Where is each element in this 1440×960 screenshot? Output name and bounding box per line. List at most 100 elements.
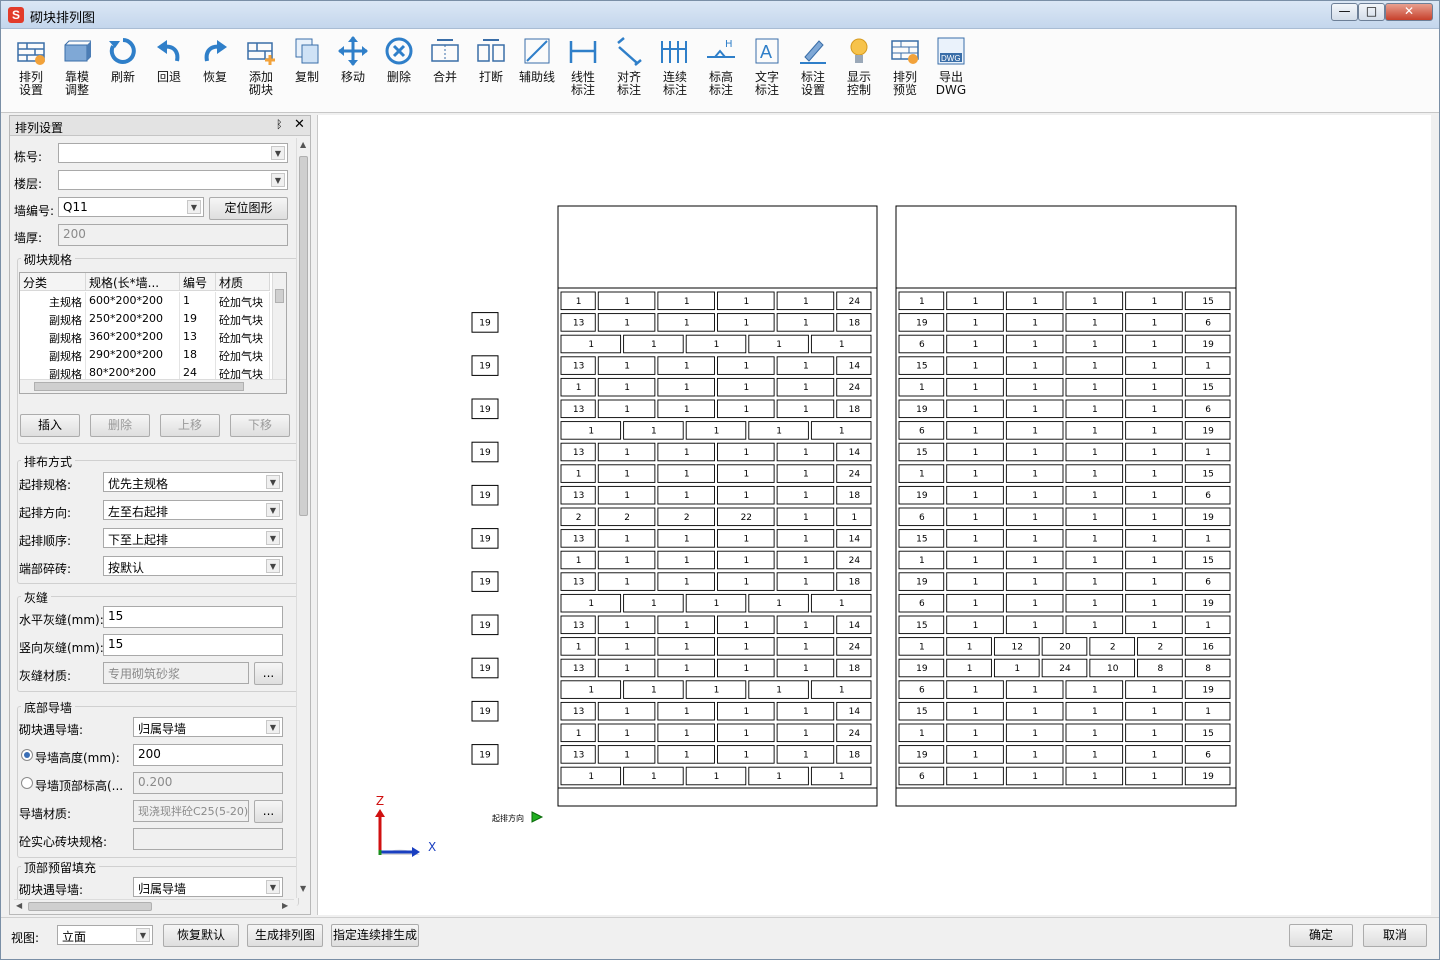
block-label: 19	[916, 578, 928, 588]
toolbar-button-merge[interactable]: 合并	[423, 33, 467, 107]
block-label: 1	[973, 383, 979, 393]
move-down-button[interactable]: 下移	[230, 414, 290, 437]
spec-table-cell[interactable]: 砼加气块	[216, 310, 270, 328]
building-select[interactable]: ▼	[58, 143, 288, 163]
block-label: 1	[803, 534, 809, 544]
spec-table-cell[interactable]: 290*200*200	[86, 346, 180, 364]
spec-table-cell[interactable]: 360*200*200	[86, 328, 180, 346]
spec-table-cell[interactable]: 600*200*200	[86, 292, 180, 310]
start-spec-select[interactable]: 优先主规格 ▼	[103, 472, 283, 492]
spec-vscroll-thumb[interactable]	[275, 289, 284, 303]
start-order-select[interactable]: 下至上起排 ▼	[103, 528, 283, 548]
toolbar-button-text-dim[interactable]: A 文字 标注	[745, 33, 789, 107]
scroll-up-icon[interactable]: ▲	[300, 140, 306, 149]
guide-height-input[interactable]: 200	[133, 744, 283, 766]
block-label: 15	[916, 621, 927, 631]
view-select[interactable]: 立面 ▼	[57, 925, 153, 945]
toolbar: 排列 设置 靠模 调整 刷新 回退 恢复 添加 砌块 复制 移动 删除 合并 打断 辅助线 线性 标注对…	[1, 29, 1439, 113]
block-label: 1	[973, 556, 979, 566]
start-dir-select[interactable]: 左至右起排 ▼	[103, 500, 283, 520]
spec-column-header[interactable]: 材质	[216, 273, 270, 291]
delete-spec-button[interactable]: 删除	[90, 414, 150, 437]
toolbar-button-display-control[interactable]: 显示 控制	[837, 33, 881, 107]
spec-table-hscroll[interactable]	[20, 379, 286, 393]
spec-table-cell[interactable]: 副规格	[20, 328, 86, 346]
chevron-down-icon: ▼	[136, 928, 150, 942]
block-label: 1	[973, 426, 979, 436]
toolbar-button-elevation-dim[interactable]: H 标高 标注	[699, 33, 743, 107]
toolbar-button-dim-settings[interactable]: 标注 设置	[791, 33, 835, 107]
guide-material-browse-button[interactable]: ...	[254, 800, 283, 823]
spec-column-header[interactable]: 分类	[20, 273, 86, 291]
block-elevation-drawing[interactable]: 1 1 1 1 1 2413 1 1 1 1 181 1 1 1 113 1 1 1 1 141 1 1 1 1 2413 1 1 1…	[318, 115, 1432, 915]
toolbar-button-export-dwg[interactable]: DWG 导出 DWG	[929, 33, 973, 107]
toolbar-label: 标注 设置	[800, 70, 825, 97]
v-joint-input[interactable]: 15	[103, 634, 283, 656]
move-up-button[interactable]: 上移	[160, 414, 220, 437]
restore-default-button[interactable]: 恢复默认	[163, 924, 239, 947]
spec-table-vscroll[interactable]	[272, 273, 286, 379]
guide-top-radio[interactable]	[21, 777, 33, 789]
toolbar-button-mold-adjust[interactable]: 靠模 调整	[55, 33, 99, 107]
spec-column-header[interactable]: 规格(长*墙...	[86, 273, 180, 291]
joint-material-browse-button[interactable]: ...	[254, 662, 283, 685]
cancel-button[interactable]: 取消	[1363, 924, 1427, 947]
spec-table-cell[interactable]: 1	[180, 292, 216, 310]
spec-table-cell[interactable]: 13	[180, 328, 216, 346]
toolbar-button-delete[interactable]: 删除	[377, 33, 421, 107]
continuous-generate-button[interactable]: 指定连续排生成	[331, 924, 419, 947]
title-bar: S 砌块排列图 — □ ✕	[1, 1, 1439, 29]
toolbar-button-linear-dim[interactable]: 线性 标注	[561, 33, 605, 107]
toolbar-button-break[interactable]: 打断	[469, 33, 513, 107]
h-joint-input[interactable]: 15	[103, 606, 283, 628]
spec-table-cell[interactable]: 19	[180, 310, 216, 328]
panel-horizontal-scrollbar[interactable]: ◀ ▶	[14, 899, 294, 913]
close-window-button[interactable]: ✕	[1385, 3, 1433, 21]
spec-table-cell[interactable]: 18	[180, 346, 216, 364]
panel-scroll-thumb[interactable]	[299, 156, 308, 516]
top-guide-meet-select[interactable]: 归属导墙 ▼	[133, 877, 283, 897]
block-label: 1	[803, 318, 809, 328]
spec-table-cell[interactable]: 主规格	[20, 292, 86, 310]
pin-icon[interactable]: ᛒ	[276, 118, 283, 131]
toolbar-button-redo[interactable]: 恢复	[193, 33, 237, 107]
wall-id-select[interactable]: Q11 ▼	[58, 197, 204, 217]
spec-table-cell[interactable]: 砼加气块	[216, 346, 270, 364]
toolbar-button-arrange-settings[interactable]: 排列 设置	[9, 33, 53, 107]
toolbar-button-undo[interactable]: 回退	[147, 33, 191, 107]
scroll-down-icon[interactable]: ▼	[300, 884, 306, 893]
scroll-right-icon[interactable]: ▶	[282, 901, 288, 910]
minimize-button[interactable]: —	[1331, 3, 1358, 21]
guide-height-radio[interactable]	[21, 749, 33, 761]
spec-table-cell[interactable]: 副规格	[20, 310, 86, 328]
guide-meet-select[interactable]: 归属导墙 ▼	[133, 717, 283, 737]
floor-select[interactable]: ▼	[58, 170, 288, 190]
generate-arrangement-button[interactable]: 生成排列图	[247, 924, 323, 947]
toolbar-button-guide-line[interactable]: 辅助线	[515, 33, 559, 107]
toolbar-button-arrange-preview[interactable]: 排列 预览	[883, 33, 927, 107]
spec-table-cell[interactable]: 砼加气块	[216, 328, 270, 346]
maximize-button[interactable]: □	[1358, 3, 1385, 21]
block-label: 1	[803, 578, 809, 588]
toolbar-button-copy[interactable]: 复制	[285, 33, 329, 107]
end-brick-select[interactable]: 按默认 ▼	[103, 556, 283, 576]
toolbar-button-continuous-dim[interactable]: 连续 标注	[653, 33, 697, 107]
toolbar-button-refresh[interactable]: 刷新	[101, 33, 145, 107]
ok-button[interactable]: 确定	[1289, 924, 1353, 947]
insert-button[interactable]: 插入	[20, 414, 80, 437]
panel-hscroll-thumb[interactable]	[28, 902, 152, 911]
spec-table-cell[interactable]: 250*200*200	[86, 310, 180, 328]
spec-column-header[interactable]: 编号	[180, 273, 216, 291]
locate-graphic-button[interactable]: 定位图形	[209, 197, 288, 220]
scroll-left-icon[interactable]: ◀	[16, 901, 22, 910]
panel-vertical-scrollbar[interactable]: ▲ ▼	[296, 138, 310, 898]
spec-table-cell[interactable]: 副规格	[20, 346, 86, 364]
drawing-canvas[interactable]: 1 1 1 1 1 24 13 1 1 1 1 18 1 1 1 1 1 13 1 1 1 1 14 1 1 1 1 1 24 13 1 1 1…	[317, 115, 1431, 915]
toolbar-button-move[interactable]: 移动	[331, 33, 375, 107]
toolbar-button-aligned-dim[interactable]: 对齐 标注	[607, 33, 651, 107]
toolbar-button-add-block[interactable]: 添加 砌块	[239, 33, 283, 107]
panel-close-icon[interactable]: ✕	[294, 117, 305, 132]
block-label: 15	[916, 362, 927, 372]
spec-table-cell[interactable]: 砼加气块	[216, 292, 270, 310]
spec-hscroll-thumb[interactable]	[34, 382, 244, 391]
